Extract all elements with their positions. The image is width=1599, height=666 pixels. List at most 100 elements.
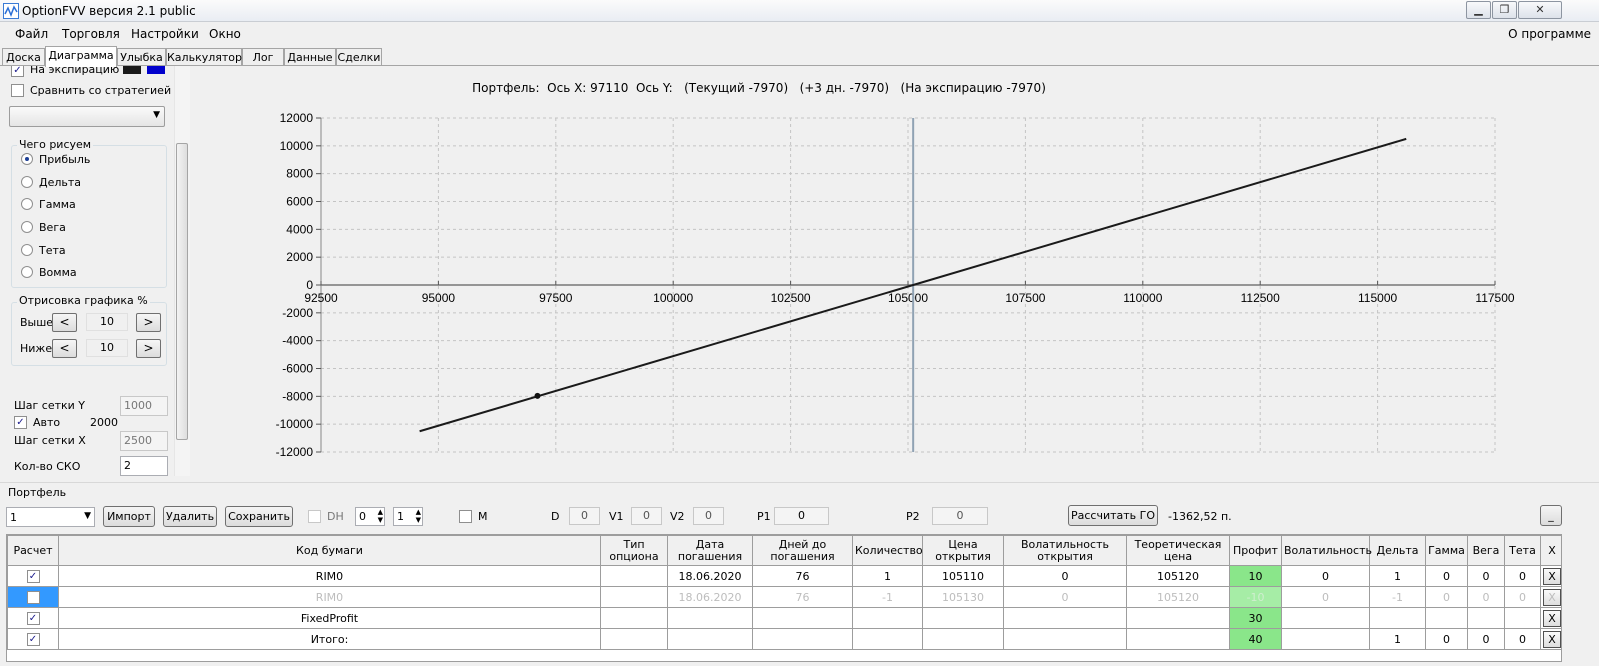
- tab-board[interactable]: Доска: [2, 48, 45, 66]
- cell-volatility[interactable]: 0: [1281, 565, 1370, 587]
- cell-quantity[interactable]: [852, 628, 923, 650]
- col-header-gamma[interactable]: Гамма: [1425, 535, 1468, 566]
- calculate-go-button[interactable]: Рассчитать ГО: [1068, 505, 1158, 526]
- cell-open-volatility[interactable]: [1003, 628, 1127, 650]
- below-increase-button[interactable]: >: [136, 339, 161, 358]
- m-checkbox[interactable]: [459, 510, 472, 523]
- cell-delta[interactable]: 1: [1369, 628, 1426, 650]
- cell-days-to-expiry[interactable]: 76: [752, 565, 853, 587]
- cell-theta[interactable]: 0: [1504, 586, 1541, 608]
- radio-gamma[interactable]: [21, 198, 33, 210]
- cell-gamma[interactable]: 0: [1425, 565, 1468, 587]
- col-header-quantity[interactable]: Количество: [852, 535, 923, 566]
- col-header-open-price[interactable]: Цена открытия: [922, 535, 1004, 566]
- scrollbar-thumb[interactable]: [176, 143, 188, 440]
- cell-expiry-date[interactable]: [667, 628, 753, 650]
- color-swatch-blue[interactable]: [147, 66, 165, 74]
- above-increase-button[interactable]: >: [136, 313, 161, 332]
- cell-vega[interactable]: 0: [1467, 565, 1505, 587]
- radio-vomma[interactable]: [21, 266, 33, 278]
- spin-arrows-icon[interactable]: ▲ ▼: [416, 508, 421, 524]
- dh-checkbox[interactable]: [308, 510, 321, 523]
- cell-option-type[interactable]: [600, 565, 668, 587]
- below-decrease-button[interactable]: <: [52, 339, 77, 358]
- col-header-days-to-expiry[interactable]: Дней до погашения: [752, 535, 853, 566]
- cell-profit[interactable]: 10: [1229, 565, 1282, 587]
- on-expiration-checkbox[interactable]: ✓: [11, 66, 24, 77]
- col-header-theta[interactable]: Тета: [1504, 535, 1541, 566]
- tab-calculator[interactable]: Калькулятор: [166, 48, 242, 66]
- col-header-vega[interactable]: Вега: [1467, 535, 1505, 566]
- cell-days-to-expiry[interactable]: [752, 607, 853, 629]
- cell-code[interactable]: FixedProfit: [58, 607, 601, 629]
- cell-vega[interactable]: 0: [1467, 628, 1505, 650]
- radio-vega[interactable]: [21, 221, 33, 233]
- cell-volatility[interactable]: 0: [1281, 586, 1370, 608]
- menu-trading[interactable]: Торговля: [62, 27, 120, 41]
- sko-input[interactable]: 2: [120, 456, 168, 476]
- grid-x-input[interactable]: 2500: [120, 431, 168, 451]
- row-calc-checkbox[interactable]: [26, 590, 40, 604]
- collapse-button[interactable]: _: [1540, 505, 1562, 526]
- col-header-expiry-date[interactable]: Дата погашения: [667, 535, 753, 566]
- import-button[interactable]: Импорт: [103, 506, 155, 527]
- cell-gamma[interactable]: [1425, 607, 1468, 629]
- spin-input-1[interactable]: 0 ▲ ▼: [355, 507, 385, 526]
- compare-strategy-checkbox[interactable]: [11, 84, 24, 97]
- close-button[interactable]: ✕: [1518, 1, 1562, 19]
- row-delete-button[interactable]: X: [1543, 609, 1561, 627]
- cell-open-price[interactable]: 105110: [922, 565, 1004, 587]
- cell-delta[interactable]: [1369, 607, 1426, 629]
- cell-code[interactable]: RIM0: [58, 586, 601, 608]
- cell-code[interactable]: RIM0: [58, 565, 601, 587]
- col-header-profit[interactable]: Профит: [1229, 535, 1282, 566]
- table-row[interactable]: ✓ FixedProfit 30 X: [7, 607, 1561, 629]
- above-decrease-button[interactable]: <: [52, 313, 77, 332]
- d-field[interactable]: 0: [569, 507, 600, 525]
- menu-settings[interactable]: Настройки: [131, 27, 199, 41]
- cell-theoretical-price[interactable]: [1126, 628, 1230, 650]
- cell-profit[interactable]: 30: [1229, 607, 1282, 629]
- radio-profit[interactable]: [21, 153, 33, 165]
- delete-button[interactable]: Удалить: [163, 506, 217, 527]
- cell-theta[interactable]: 0: [1504, 565, 1541, 587]
- p1-field[interactable]: 0: [774, 507, 829, 525]
- col-header-delta[interactable]: Дельта: [1369, 535, 1426, 566]
- cell-vega[interactable]: 0: [1467, 586, 1505, 608]
- tab-data[interactable]: Данные: [284, 48, 336, 66]
- auto-checkbox[interactable]: ✓: [14, 416, 27, 429]
- cell-delta[interactable]: 1: [1369, 565, 1426, 587]
- menu-file[interactable]: Файл: [15, 27, 48, 41]
- cell-quantity[interactable]: 1: [852, 565, 923, 587]
- cell-volatility[interactable]: [1281, 607, 1370, 629]
- cell-vega[interactable]: [1467, 607, 1505, 629]
- col-header-theoretical-price[interactable]: Теоретическая цена: [1126, 535, 1230, 566]
- strategy-select[interactable]: ▼: [9, 106, 165, 127]
- col-header-volatility[interactable]: Волатильность: [1281, 535, 1372, 566]
- cell-days-to-expiry[interactable]: 76: [752, 586, 853, 608]
- cell-option-type[interactable]: [600, 628, 668, 650]
- cell-gamma[interactable]: 0: [1425, 628, 1468, 650]
- cell-open-price[interactable]: 105130: [922, 586, 1004, 608]
- col-header-option-type[interactable]: Тип опциона: [600, 535, 668, 566]
- v1-field[interactable]: 0: [631, 507, 662, 525]
- restore-button[interactable]: ❐: [1492, 1, 1517, 19]
- cell-theoretical-price[interactable]: [1126, 607, 1230, 629]
- cell-expiry-date[interactable]: [667, 607, 753, 629]
- cell-theta[interactable]: [1504, 607, 1541, 629]
- cell-code[interactable]: Итого:: [58, 628, 601, 650]
- table-row[interactable]: ✓ Итого: 40 1 0 0 0 X: [7, 628, 1561, 650]
- cell-theta[interactable]: 0: [1504, 628, 1541, 650]
- cell-quantity[interactable]: -1: [852, 586, 923, 608]
- tab-diagram[interactable]: Диаграмма: [45, 46, 117, 67]
- minimize-button[interactable]: ▁: [1466, 1, 1491, 19]
- p2-field[interactable]: 0: [932, 507, 988, 525]
- cell-quantity[interactable]: [852, 607, 923, 629]
- col-header-code[interactable]: Код бумаги: [58, 535, 601, 566]
- cell-open-volatility[interactable]: 0: [1003, 565, 1127, 587]
- cell-option-type[interactable]: [600, 607, 668, 629]
- cell-open-volatility[interactable]: 0: [1003, 586, 1127, 608]
- cell-theoretical-price[interactable]: 105120: [1126, 565, 1230, 587]
- cell-theoretical-price[interactable]: 105120: [1126, 586, 1230, 608]
- row-calc-checkbox[interactable]: ✓: [26, 632, 40, 646]
